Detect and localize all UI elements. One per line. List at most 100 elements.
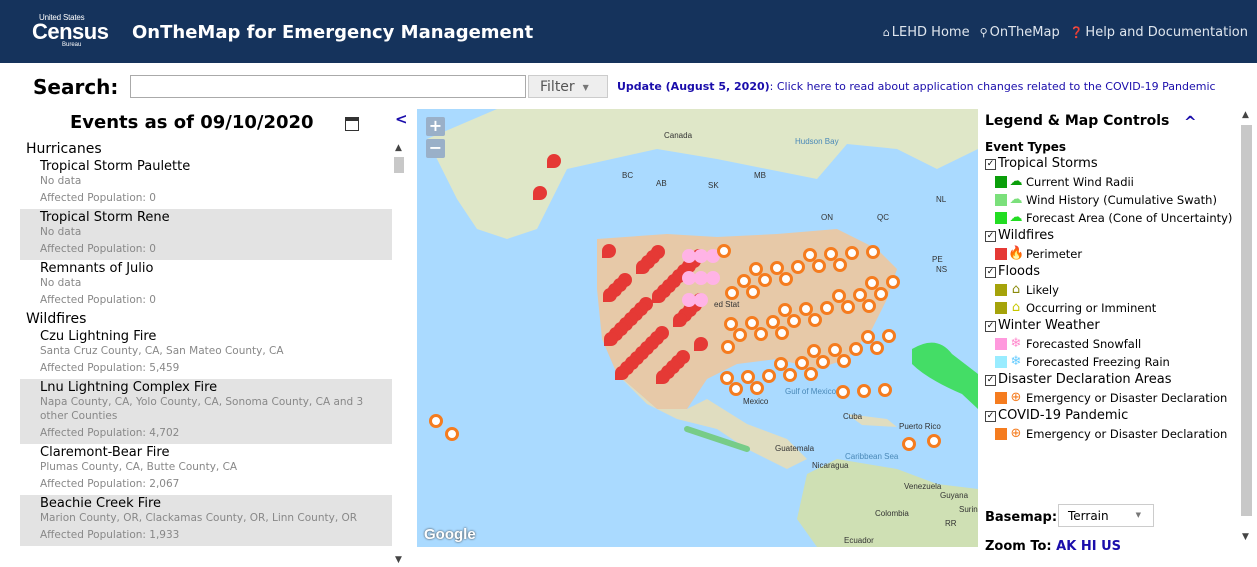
flame-icon[interactable] <box>652 289 666 303</box>
scroll-up-icon[interactable]: ▲ <box>1242 110 1249 120</box>
lifebuoy-icon[interactable] <box>886 275 900 289</box>
lifebuoy-icon[interactable] <box>737 274 751 288</box>
flame-icon[interactable] <box>636 260 650 274</box>
lifebuoy-icon[interactable] <box>874 287 888 301</box>
lifebuoy-icon[interactable] <box>865 276 879 290</box>
flame-icon[interactable] <box>604 332 618 346</box>
checkbox[interactable]: ✓ <box>985 410 996 422</box>
lifebuoy-icon[interactable] <box>861 330 875 344</box>
scroll-up-icon[interactable]: ▲ <box>395 143 402 153</box>
collapse-panel-button[interactable]: < <box>395 110 408 128</box>
lifebuoy-icon[interactable] <box>749 262 763 276</box>
snowflake-icon[interactable] <box>706 271 720 285</box>
lifebuoy-icon[interactable] <box>832 289 846 303</box>
lifebuoy-icon[interactable] <box>870 341 884 355</box>
checkbox[interactable]: ✓ <box>985 158 996 170</box>
lifebuoy-icon[interactable] <box>791 260 805 274</box>
lifebuoy-icon[interactable] <box>866 245 880 259</box>
lifebuoy-icon[interactable] <box>766 315 780 329</box>
lifebuoy-icon[interactable] <box>816 355 830 369</box>
nav-lehd-home[interactable]: ⌂ LEHD Home <box>883 25 970 40</box>
lifebuoy-icon[interactable] <box>721 340 735 354</box>
lifebuoy-icon[interactable] <box>787 314 801 328</box>
event-list-item[interactable]: Czu Lightning Fire Santa Cruz County, CA,… <box>20 328 392 379</box>
filter-dropdown[interactable]: Filter ▼ <box>528 75 608 98</box>
lifebuoy-icon[interactable] <box>779 272 793 286</box>
lifebuoy-icon[interactable] <box>741 370 755 384</box>
lifebuoy-icon[interactable] <box>853 288 867 302</box>
legend-layer-toggle[interactable]: ✓ Tropical Storms <box>985 155 1235 173</box>
lifebuoy-icon[interactable] <box>717 244 731 258</box>
lifebuoy-icon[interactable] <box>902 437 916 451</box>
lifebuoy-icon[interactable] <box>429 414 443 428</box>
lifebuoy-icon[interactable] <box>828 343 842 357</box>
events-scrollbar[interactable]: ▲ ▼ <box>392 141 407 567</box>
event-list-item[interactable]: Lnu Lightning Complex Fire Napa County, C… <box>20 379 392 444</box>
lifebuoy-icon[interactable] <box>774 357 788 371</box>
lifebuoy-icon[interactable] <box>804 367 818 381</box>
lifebuoy-icon[interactable] <box>733 328 747 342</box>
lifebuoy-icon[interactable] <box>812 259 826 273</box>
checkbox[interactable]: ✓ <box>985 230 996 242</box>
lifebuoy-icon[interactable] <box>799 302 813 316</box>
legend-collapse-button[interactable]: ^ <box>1184 113 1197 131</box>
legend-layer-toggle[interactable]: ✓ COVID-19 Pandemic <box>985 407 1235 425</box>
lifebuoy-icon[interactable] <box>841 300 855 314</box>
lifebuoy-icon[interactable] <box>807 344 821 358</box>
map-view[interactable]: Canada Hudson Bay AB BC SK MB ON QC NL PE NS ed Sta… <box>417 109 978 547</box>
lifebuoy-icon[interactable] <box>724 317 738 331</box>
lifebuoy-icon[interactable] <box>758 273 772 287</box>
event-list-item[interactable]: Tropical Storm Rene No data Affected Popul… <box>20 209 392 260</box>
event-list-item[interactable]: Beachie Creek Fire Marion County, OR, Cla… <box>20 495 392 546</box>
legend-layer-toggle[interactable]: ✓ Floods <box>985 263 1235 281</box>
zoom-in-button[interactable]: + <box>426 117 445 136</box>
flame-icon[interactable] <box>533 186 547 200</box>
lifebuoy-icon[interactable] <box>720 371 734 385</box>
lifebuoy-icon[interactable] <box>882 329 896 343</box>
event-list-item[interactable]: Remnants of Julio No data Affected Populat… <box>20 260 392 311</box>
scroll-thumb[interactable] <box>394 157 404 173</box>
lifebuoy-icon[interactable] <box>836 385 850 399</box>
lifebuoy-icon[interactable] <box>770 261 784 275</box>
lifebuoy-icon[interactable] <box>820 301 834 315</box>
lifebuoy-icon[interactable] <box>750 381 764 395</box>
event-list-item[interactable]: Claremont-Bear Fire Plumas County, CA, Bu… <box>20 444 392 495</box>
checkbox[interactable]: ✓ <box>985 266 996 278</box>
lifebuoy-icon[interactable] <box>762 369 776 383</box>
zoom-to-links[interactable]: AK HI US <box>1056 539 1121 554</box>
flame-icon[interactable] <box>547 154 561 168</box>
flame-icon[interactable] <box>656 370 670 384</box>
calendar-icon[interactable] <box>345 117 359 131</box>
lifebuoy-icon[interactable] <box>857 384 871 398</box>
lifebuoy-icon[interactable] <box>783 368 797 382</box>
legend-scrollbar[interactable]: ▲ ▼ <box>1239 108 1254 548</box>
flame-icon[interactable] <box>603 288 617 302</box>
scroll-thumb[interactable] <box>1241 125 1252 516</box>
nav-onthemap[interactable]: ⚲ OnTheMap <box>980 25 1060 40</box>
lifebuoy-icon[interactable] <box>775 326 789 340</box>
flame-icon[interactable] <box>602 244 616 258</box>
lifebuoy-icon[interactable] <box>745 316 759 330</box>
lifebuoy-icon[interactable] <box>754 327 768 341</box>
census-logo[interactable]: United States Census Bureau <box>32 13 112 48</box>
scroll-down-icon[interactable]: ▼ <box>1242 532 1249 542</box>
basemap-select[interactable]: Terrain ▼ <box>1058 504 1154 527</box>
lifebuoy-icon[interactable] <box>725 286 739 300</box>
covid-update-link[interactable]: Update (August 5, 2020): Click here to r… <box>617 80 1216 93</box>
event-list-item[interactable]: Tropical Storm Paulette No data Affected P… <box>20 158 392 209</box>
lifebuoy-icon[interactable] <box>824 247 838 261</box>
zoom-out-button[interactable]: − <box>426 139 445 158</box>
lifebuoy-icon[interactable] <box>878 383 892 397</box>
lifebuoy-icon[interactable] <box>837 354 851 368</box>
scroll-down-icon[interactable]: ▼ <box>395 555 402 565</box>
lifebuoy-icon[interactable] <box>833 258 847 272</box>
lifebuoy-icon[interactable] <box>795 356 809 370</box>
checkbox[interactable]: ✓ <box>985 320 996 332</box>
lifebuoy-icon[interactable] <box>729 382 743 396</box>
lifebuoy-icon[interactable] <box>849 342 863 356</box>
flame-icon[interactable] <box>694 337 708 351</box>
lifebuoy-icon[interactable] <box>862 299 876 313</box>
legend-layer-toggle[interactable]: ✓ Winter Weather <box>985 317 1235 335</box>
lifebuoy-icon[interactable] <box>927 434 941 448</box>
lifebuoy-icon[interactable] <box>778 303 792 317</box>
